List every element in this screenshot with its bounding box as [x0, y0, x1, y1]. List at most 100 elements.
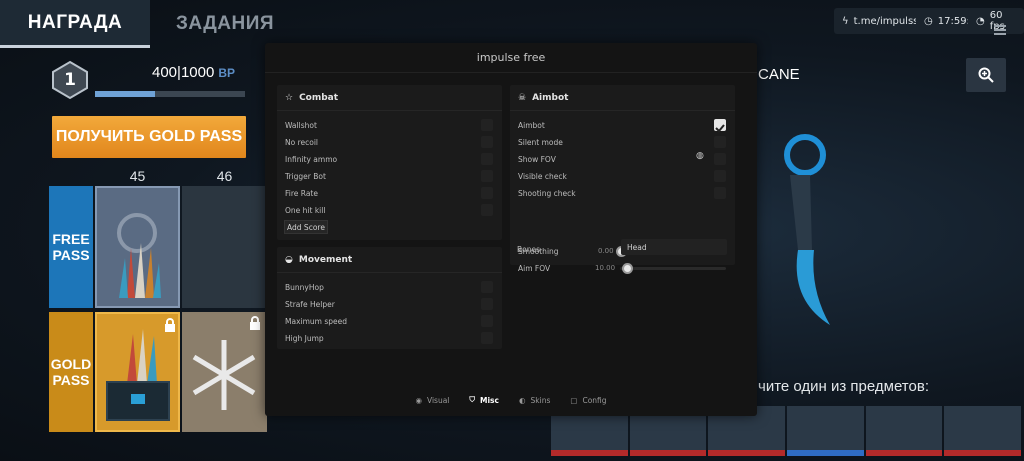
menu-title: impulse free — [265, 43, 757, 73]
tab-visual[interactable]: ◉ Visual — [415, 392, 449, 408]
bp-progress-bar — [95, 91, 245, 97]
status-channel: ϟ t.me/impulss — [834, 8, 927, 34]
bolt-icon: ϟ — [842, 15, 849, 27]
aimbot-item-label: Visible check — [518, 171, 567, 181]
combat-item-label: Infinity ammo — [285, 154, 338, 164]
aimbot-checkbox[interactable] — [714, 170, 726, 182]
file-icon: ▢ — [570, 395, 578, 405]
combat-title: Combat — [299, 92, 339, 103]
combat-header: ☆ Combat — [277, 85, 502, 111]
hamburger-menu-icon[interactable] — [993, 23, 1007, 37]
tab-skins[interactable]: ◐ Skins — [519, 392, 550, 408]
bp-unit: BP — [218, 66, 235, 80]
aimbot-item-label: Show FOV — [518, 154, 556, 164]
bones-select[interactable]: Head — [621, 239, 727, 255]
aimbot-header: ☠ Aimbot — [510, 85, 735, 111]
item-title: CANE — [758, 66, 800, 83]
tab-visual-label: Visual — [427, 395, 450, 405]
snowflake-icon — [192, 340, 256, 410]
feathers-icon — [117, 213, 161, 298]
tab-misc[interactable]: ⛉ Misc — [469, 392, 499, 408]
zoom-button[interactable] — [966, 58, 1006, 92]
aimfov-value: 10.00 — [595, 264, 616, 272]
movement-title: Movement — [298, 254, 353, 265]
tab-config[interactable]: ▢ Config — [570, 392, 606, 408]
choose-item-text: чите один из предметов: — [758, 378, 929, 395]
free-pass-label: FREE PASS — [49, 186, 93, 308]
combat-checkbox[interactable] — [481, 204, 493, 216]
bp-max: 1000 — [180, 64, 215, 81]
aimbot-panel: ☠ Aimbot Aimbot Silent mode Show FOV Visibl… — [510, 85, 735, 274]
free-reward-card-45[interactable] — [95, 186, 180, 308]
knife-option[interactable] — [944, 406, 1022, 456]
combat-item-label: Wallshot — [285, 120, 317, 130]
combat-item-label: One hit kill — [285, 205, 326, 215]
aimbot-checkbox[interactable] — [714, 187, 726, 199]
bp-progress-fill — [95, 91, 155, 97]
aimbot-item-label: Aimbot — [518, 120, 545, 130]
lock-icon — [250, 316, 260, 330]
zoom-in-icon — [978, 67, 994, 83]
tab-config-label: Config — [582, 395, 607, 405]
movement-checkbox[interactable] — [481, 281, 493, 293]
gold-pass-label: GOLD PASS — [49, 312, 93, 432]
cheat-menu-window: impulse free ☆ Combat Wallshot No recoil I… — [265, 43, 757, 416]
gauge-icon: ◔ — [976, 15, 985, 27]
eye-icon: ◉ — [415, 395, 422, 405]
level-number: 1 — [64, 70, 76, 90]
get-gold-pass-button[interactable]: ПОЛУЧИТЬ GOLD PASS — [52, 116, 246, 158]
aimfov-label: Aim FOV — [518, 263, 551, 273]
knife-option[interactable] — [865, 406, 943, 456]
channel-text: t.me/impulss — [853, 15, 919, 27]
movement-panel: ◒ Movement BunnyHop Strafe Helper Maximum … — [277, 247, 502, 349]
combat-panel: ☆ Combat Wallshot No recoil Infinity ammo T… — [277, 85, 502, 240]
aimbot-item-label: Silent mode — [518, 137, 563, 147]
movement-checkbox[interactable] — [481, 315, 493, 327]
aimbot-checkbox[interactable] — [714, 153, 726, 165]
gold-reward-card-46[interactable] — [182, 312, 267, 432]
aimbot-checkbox[interactable] — [714, 119, 726, 133]
free-reward-card-46[interactable] — [182, 186, 267, 308]
palette-icon: ◐ — [518, 395, 526, 405]
gold-pass-text: GOLD PASS — [50, 356, 92, 388]
movement-checkbox[interactable] — [481, 298, 493, 310]
combat-checkbox[interactable] — [481, 170, 493, 182]
combat-checkbox[interactable] — [481, 136, 493, 148]
movement-item-label: BunnyHop — [285, 282, 324, 292]
combat-item-label: Fire Rate — [285, 188, 318, 198]
color-picker-icon[interactable]: ◍ — [696, 151, 704, 161]
combat-item-label: Trigger Bot — [285, 171, 326, 181]
aimfov-slider[interactable] — [620, 267, 726, 270]
aimbot-title: Aimbot — [532, 92, 569, 103]
tab-tasks[interactable]: ЗАДАНИЯ — [150, 0, 300, 48]
combat-checkbox[interactable] — [481, 187, 493, 199]
movement-item-label: High Jump — [285, 333, 324, 343]
skull-icon: ☠ — [518, 92, 527, 103]
column-number-46: 46 — [216, 168, 233, 184]
smoothing-value: 0.00 — [598, 247, 614, 255]
aimfov-slider-knob[interactable] — [622, 263, 633, 274]
speedometer-icon: ◒ — [285, 254, 293, 265]
movement-header: ◒ Movement — [277, 247, 502, 273]
gold-reward-card-45[interactable] — [95, 312, 180, 432]
star-icon: ☆ — [285, 92, 294, 103]
combat-item-label: No recoil — [285, 137, 318, 147]
free-pass-text: FREE PASS — [52, 231, 90, 263]
movement-item-label: Strafe Helper — [285, 299, 335, 309]
combat-checkbox[interactable] — [481, 153, 493, 165]
aimbot-item-label: Shooting check — [518, 188, 576, 198]
bones-label: Bones — [517, 244, 541, 254]
shield-icon: ⛉ — [469, 395, 476, 404]
movement-item-label: Maximum speed — [285, 316, 347, 326]
combat-checkbox[interactable] — [481, 119, 493, 131]
knife-option[interactable] — [787, 406, 864, 456]
bp-counter: 400|1000 BP — [152, 64, 235, 81]
check-icon — [715, 124, 725, 133]
tab-skins-label: Skins — [530, 395, 551, 405]
movement-checkbox[interactable] — [481, 332, 493, 344]
menu-bottom-tabs: ◉ Visual ⛉ Misc ◐ Skins ▢ Config — [265, 392, 757, 408]
tab-reward[interactable]: НАГРАДА — [0, 0, 150, 48]
add-score-button[interactable]: Add Score — [284, 220, 328, 234]
aimbot-checkbox[interactable] — [714, 136, 726, 148]
column-number-45: 45 — [129, 168, 146, 184]
